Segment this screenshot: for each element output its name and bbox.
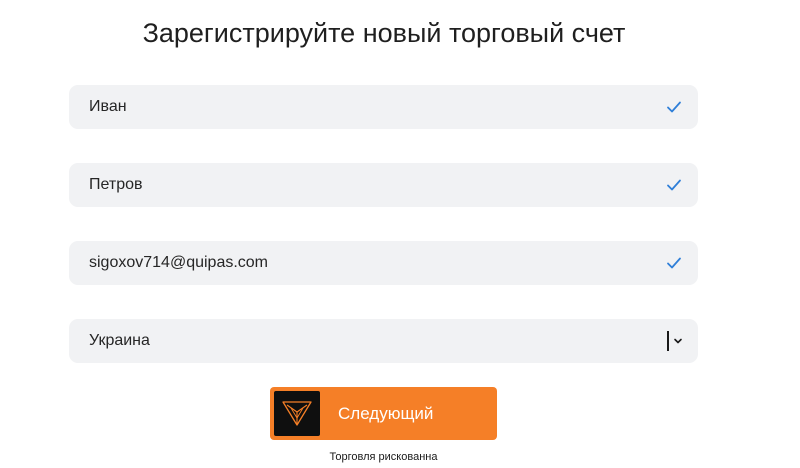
last-name-input[interactable]: [89, 163, 649, 207]
last-name-field[interactable]: [69, 163, 698, 207]
next-button[interactable]: Следующий: [270, 387, 497, 440]
select-divider: [667, 331, 669, 351]
email-field[interactable]: [69, 241, 698, 285]
first-name-input[interactable]: [89, 85, 649, 129]
next-button-label: Следующий: [338, 404, 434, 423]
email-input[interactable]: [89, 241, 649, 285]
risk-note: Торговля рискованна: [329, 451, 438, 463]
trading-logo-icon: [274, 391, 320, 436]
chevron-down-icon[interactable]: [673, 336, 683, 346]
check-icon: [667, 257, 681, 269]
check-icon: [667, 179, 681, 191]
registration-page: Зарегистрируйте новый торговый счет Укра…: [0, 0, 800, 468]
country-select[interactable]: Украина: [69, 319, 698, 363]
first-name-field[interactable]: [69, 85, 698, 129]
page-title: Зарегистрируйте новый торговый счет: [142, 18, 626, 48]
check-icon: [667, 101, 681, 113]
country-select-value: Украина: [89, 332, 150, 349]
